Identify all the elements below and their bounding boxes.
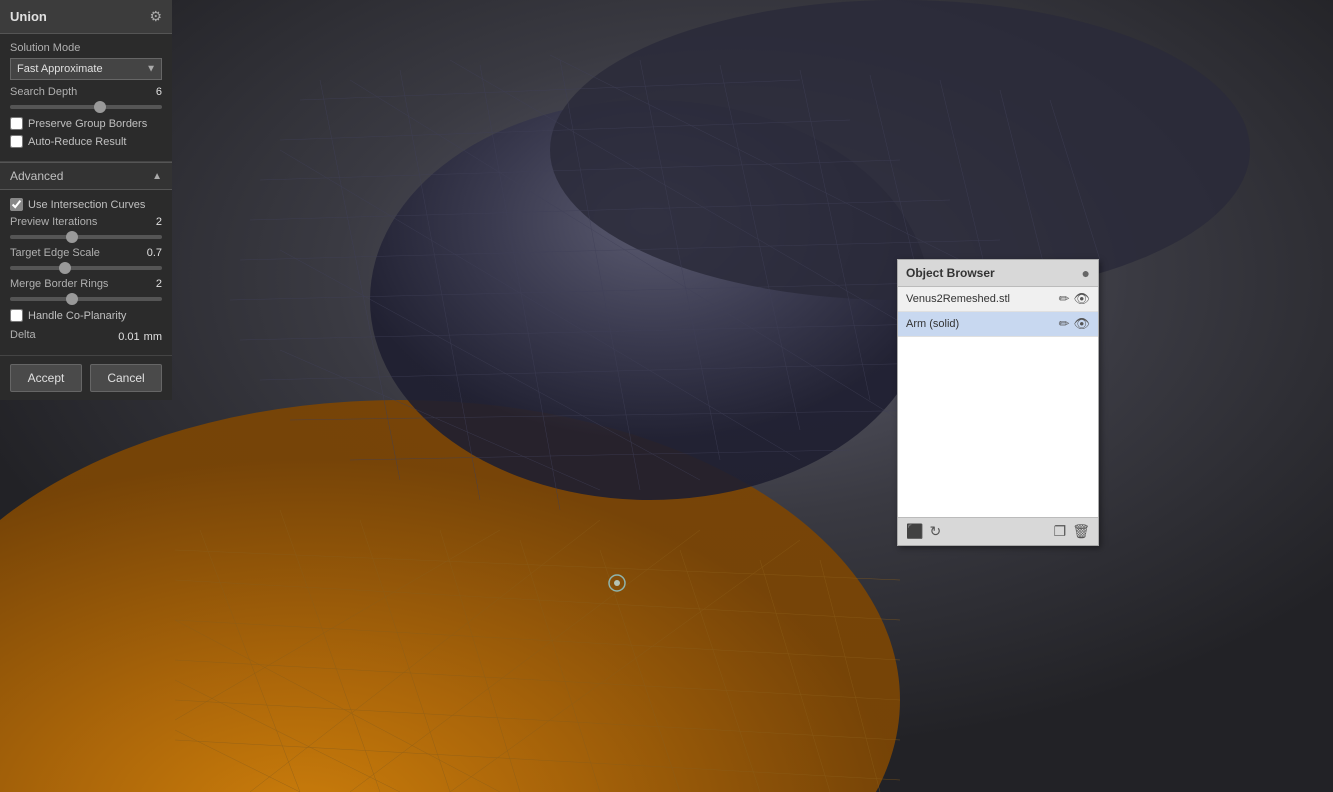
advanced-arrow-icon: ▲ bbox=[152, 171, 162, 182]
merge-border-rings-row: Merge Border Rings 2 bbox=[10, 278, 162, 301]
ob-duplicate-icon[interactable]: ❐ bbox=[1054, 523, 1067, 540]
object-browser-footer: ⬛ ↻ ❐ 🗑 bbox=[898, 517, 1098, 545]
left-panel: Union ⚙ Solution Mode Fast Approximate E… bbox=[0, 0, 172, 400]
auto-reduce-result-row: Auto-Reduce Result bbox=[10, 135, 162, 148]
panel-title: Union bbox=[10, 9, 47, 24]
ob-item-0[interactable]: Venus2Remeshed.stl ✏ 👁 bbox=[898, 287, 1098, 312]
auto-reduce-result-checkbox[interactable] bbox=[10, 135, 23, 148]
buttons-row: Accept Cancel bbox=[0, 356, 172, 400]
merge-border-rings-label: Merge Border Rings bbox=[10, 278, 108, 290]
ob-footer-right-icons: ❐ 🗑 bbox=[1054, 523, 1090, 540]
preserve-group-borders-label: Preserve Group Borders bbox=[28, 118, 147, 130]
target-edge-scale-slider[interactable] bbox=[10, 266, 162, 270]
handle-coplanarity-checkbox[interactable] bbox=[10, 309, 23, 322]
search-depth-label: Search Depth bbox=[10, 86, 77, 98]
delta-value: 0.01 bbox=[118, 331, 139, 343]
solution-mode-section: Solution Mode Fast Approximate Exact Rob… bbox=[0, 34, 172, 162]
ob-item-0-label: Venus2Remeshed.stl bbox=[906, 293, 1059, 305]
viewport bbox=[0, 0, 1333, 792]
use-intersection-curves-row: Use Intersection Curves bbox=[10, 198, 162, 211]
solution-mode-select[interactable]: Fast Approximate Exact Robust bbox=[10, 58, 162, 80]
use-intersection-curves-checkbox[interactable] bbox=[10, 198, 23, 211]
ob-cube-icon[interactable]: ⬛ bbox=[906, 523, 923, 540]
object-browser-content bbox=[898, 337, 1098, 517]
preview-iterations-value: 2 bbox=[156, 216, 162, 232]
accept-button[interactable]: Accept bbox=[10, 364, 82, 392]
preserve-group-borders-checkbox[interactable] bbox=[10, 117, 23, 130]
ob-item-1-eye-icon[interactable]: 👁 bbox=[1073, 316, 1090, 332]
ob-item-0-icons: ✏ 👁 bbox=[1059, 291, 1090, 307]
mesh-canvas bbox=[0, 0, 1333, 792]
ob-item-1-edit-icon[interactable]: ✏ bbox=[1059, 316, 1070, 332]
ob-item-0-edit-icon[interactable]: ✏ bbox=[1059, 291, 1070, 307]
delta-row: Delta 0.01 mm bbox=[10, 327, 162, 347]
ob-delete-icon[interactable]: 🗑 bbox=[1072, 523, 1090, 540]
handle-coplanarity-label: Handle Co-Planarity bbox=[28, 310, 126, 322]
target-edge-scale-label-row: Target Edge Scale 0.7 bbox=[10, 247, 162, 263]
search-depth-value: 6 bbox=[156, 86, 162, 102]
advanced-label: Advanced bbox=[10, 169, 63, 183]
preview-iterations-row: Preview Iterations 2 bbox=[10, 216, 162, 239]
preview-iterations-slider[interactable] bbox=[10, 235, 162, 239]
handle-coplanarity-row: Handle Co-Planarity bbox=[10, 309, 162, 322]
merge-border-rings-label-row: Merge Border Rings 2 bbox=[10, 278, 162, 294]
merge-border-rings-value: 2 bbox=[156, 278, 162, 294]
ob-rotate-icon[interactable]: ↻ bbox=[929, 523, 941, 540]
auto-reduce-result-label: Auto-Reduce Result bbox=[28, 136, 126, 148]
use-intersection-curves-label: Use Intersection Curves bbox=[28, 199, 145, 211]
panel-header: Union ⚙ bbox=[0, 0, 172, 34]
object-browser: Object Browser ● Venus2Remeshed.stl ✏ 👁 … bbox=[897, 259, 1099, 546]
ob-item-1[interactable]: Arm (solid) ✏ 👁 bbox=[898, 312, 1098, 337]
target-edge-scale-label: Target Edge Scale bbox=[10, 247, 100, 259]
solution-mode-dropdown-container: Fast Approximate Exact Robust ▼ bbox=[10, 58, 162, 80]
solution-mode-label: Solution Mode bbox=[10, 42, 162, 54]
object-browser-header: Object Browser ● bbox=[898, 260, 1098, 287]
preserve-group-borders-row: Preserve Group Borders bbox=[10, 117, 162, 130]
target-edge-scale-value: 0.7 bbox=[147, 247, 162, 263]
merge-border-rings-slider[interactable] bbox=[10, 297, 162, 301]
ob-item-1-icons: ✏ 👁 bbox=[1059, 316, 1090, 332]
ob-footer-left-icons: ⬛ ↻ bbox=[906, 523, 941, 540]
search-depth-slider[interactable] bbox=[10, 105, 162, 109]
settings-icon[interactable]: ⚙ bbox=[149, 8, 162, 25]
preview-iterations-label: Preview Iterations bbox=[10, 216, 97, 228]
delta-value-container: 0.01 mm bbox=[118, 331, 162, 343]
cancel-button[interactable]: Cancel bbox=[90, 364, 162, 392]
preview-iterations-label-row: Preview Iterations 2 bbox=[10, 216, 162, 232]
advanced-section-header[interactable]: Advanced ▲ bbox=[0, 162, 172, 190]
advanced-section: Use Intersection Curves Preview Iteratio… bbox=[0, 190, 172, 356]
delta-label: Delta bbox=[10, 329, 36, 341]
object-browser-close-icon[interactable]: ● bbox=[1082, 265, 1090, 281]
search-depth-label-row: Search Depth 6 bbox=[10, 86, 162, 102]
ob-item-1-label: Arm (solid) bbox=[906, 318, 1059, 330]
ob-item-0-eye-icon[interactable]: 👁 bbox=[1073, 291, 1090, 307]
target-edge-scale-row: Target Edge Scale 0.7 bbox=[10, 247, 162, 270]
delta-unit: mm bbox=[144, 331, 162, 343]
search-depth-row: Search Depth 6 bbox=[10, 86, 162, 109]
object-browser-title: Object Browser bbox=[906, 266, 995, 280]
